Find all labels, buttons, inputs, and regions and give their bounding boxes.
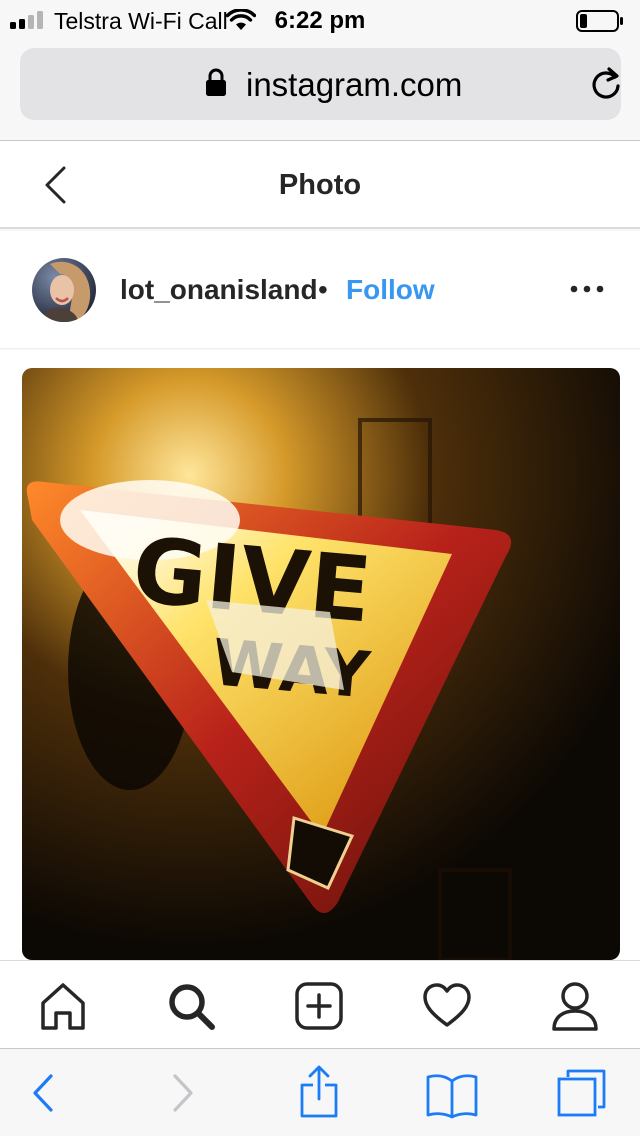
page-title: Photo — [278, 169, 362, 201]
status-bar: Telstra Wi-Fi Call 6:22 pm — [0, 0, 640, 40]
avatar[interactable] — [32, 258, 96, 322]
tabs-icon[interactable] — [556, 1067, 608, 1119]
app-tab-bar — [0, 960, 640, 1048]
activity-heart-icon[interactable] — [422, 981, 472, 1031]
url-text: instagram.com — [246, 66, 463, 103]
url-bar[interactable]: instagram.com — [20, 48, 621, 120]
follow-button[interactable]: Follow — [346, 274, 435, 306]
forward-icon[interactable] — [170, 1071, 196, 1115]
browser-toolbar — [0, 1048, 640, 1136]
home-icon[interactable] — [38, 981, 88, 1031]
reload-icon[interactable] — [588, 66, 624, 102]
bookmarks-icon[interactable] — [426, 1071, 478, 1119]
post-photo[interactable]: GIVE WAY — [0, 350, 640, 962]
status-time: 6:22 pm — [274, 7, 366, 34]
post-header: lot_onanisland • Follow — [0, 231, 640, 349]
search-icon[interactable] — [166, 981, 216, 1031]
battery-icon — [576, 10, 623, 32]
page-header: Photo — [0, 141, 640, 229]
share-icon[interactable] — [298, 1065, 340, 1119]
avatar-image — [32, 258, 96, 322]
separator-dot: • — [318, 274, 328, 305]
lock-icon — [206, 68, 226, 96]
more-dots-icon[interactable] — [570, 281, 604, 297]
give-way-sign-photo: GIVE WAY — [0, 350, 640, 962]
profile-icon[interactable] — [550, 981, 600, 1031]
username-link[interactable]: lot_onanisland — [120, 274, 318, 306]
new-post-icon[interactable] — [294, 981, 344, 1031]
back-icon[interactable] — [30, 1071, 56, 1115]
